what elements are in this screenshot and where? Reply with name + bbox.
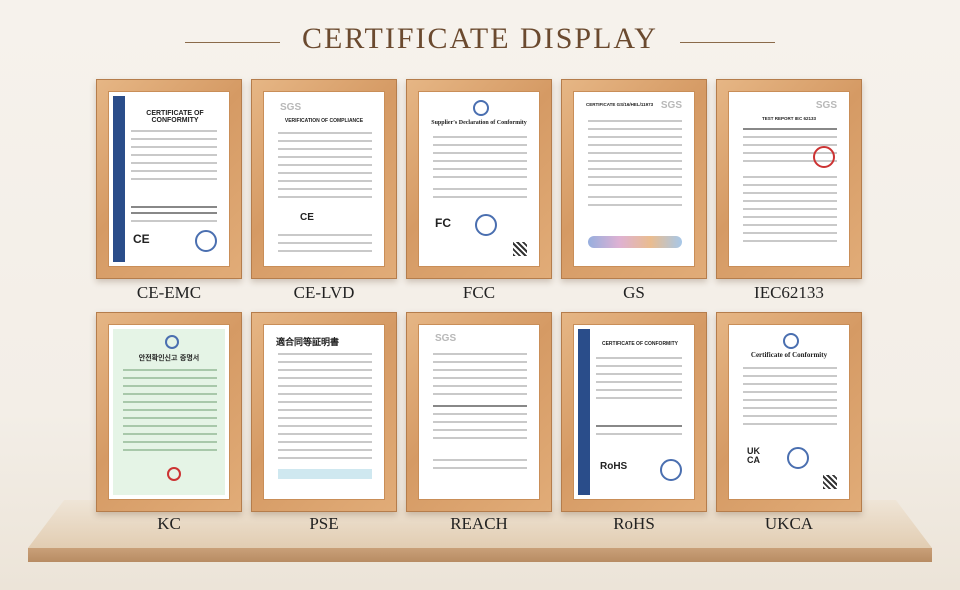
sgs-logo-icon: SGS (815, 100, 837, 111)
certificate-document: CERTIFICATE OF CONFORMITY CE (113, 96, 225, 262)
certificate-frame-gs[interactable]: CERTIFICATE GS/16/HEL/11973 SGS (561, 79, 707, 279)
header-divider-right (680, 42, 775, 43)
ukca-mark-icon: UK CA (747, 446, 760, 465)
certificate-label-iec62133: IEC62133 (754, 283, 824, 302)
certificate-label-ukca: UKCA (764, 514, 814, 533)
certificate-frame-ce-lvd[interactable]: SGS VERIFICATION OF COMPLIANCE CE (251, 79, 397, 279)
ce-mark-icon: CE (133, 232, 150, 246)
page-title: CERTIFICATE DISPLAY (302, 22, 658, 55)
certificate-label-ce-lvd: CE-LVD (293, 283, 355, 302)
emblem-icon (165, 335, 179, 349)
certificate-label-kc: KC (157, 514, 181, 533)
certificate-label-ce-emc: CE-EMC (136, 283, 202, 302)
red-seal-icon (813, 146, 835, 168)
certificate-label-fcc: FCC (462, 283, 496, 302)
qr-code-icon (823, 475, 837, 489)
red-seal-icon (167, 467, 181, 481)
sgs-logo-icon: SGS (435, 333, 457, 344)
certificate-frame-reach[interactable]: SGS (406, 312, 552, 512)
certificate-label-reach: REACH (450, 514, 508, 533)
certificate-label-pse: PSE (309, 514, 339, 533)
seal-icon (195, 230, 217, 252)
rohs-mark-icon: RoHS (600, 461, 628, 472)
ce-mark-icon: CE (300, 212, 314, 223)
certificate-label-gs: GS (623, 283, 645, 302)
certificate-frame-ce-emc[interactable]: CERTIFICATE OF CONFORMITY CE (96, 79, 242, 279)
seal-icon (787, 447, 809, 469)
certificate-frame-kc[interactable]: 안전확인신고 증명서 (96, 312, 242, 512)
seal-icon (660, 459, 682, 481)
qr-code-icon (513, 242, 527, 256)
sgs-logo-icon: SGS (660, 100, 682, 111)
emblem-icon (783, 333, 799, 349)
seal-icon (475, 214, 497, 236)
certificate-frame-pse[interactable]: 適合同等証明書 (251, 312, 397, 512)
sgs-logo-icon: SGS (280, 102, 302, 113)
certificate-frame-iec62133[interactable]: SGS TEST REPORT IEC 62133 (716, 79, 862, 279)
colorful-mark-icon (588, 236, 682, 248)
fcc-mark-icon: FC (435, 216, 451, 230)
page-header: CERTIFICATE DISPLAY (0, 22, 960, 62)
certificate-frame-ukca[interactable]: Certificate of Conformity UK CA (716, 312, 862, 512)
certificate-label-rohs: RoHS (613, 514, 655, 533)
certificate-frame-fcc[interactable]: Supplier's Declaration of Conformity FC (406, 79, 552, 279)
watermark-icon (278, 469, 372, 479)
certificate-frame-rohs[interactable]: CERTIFICATE OF CONFORMITY RoHS (561, 312, 707, 512)
emblem-icon (473, 100, 489, 116)
